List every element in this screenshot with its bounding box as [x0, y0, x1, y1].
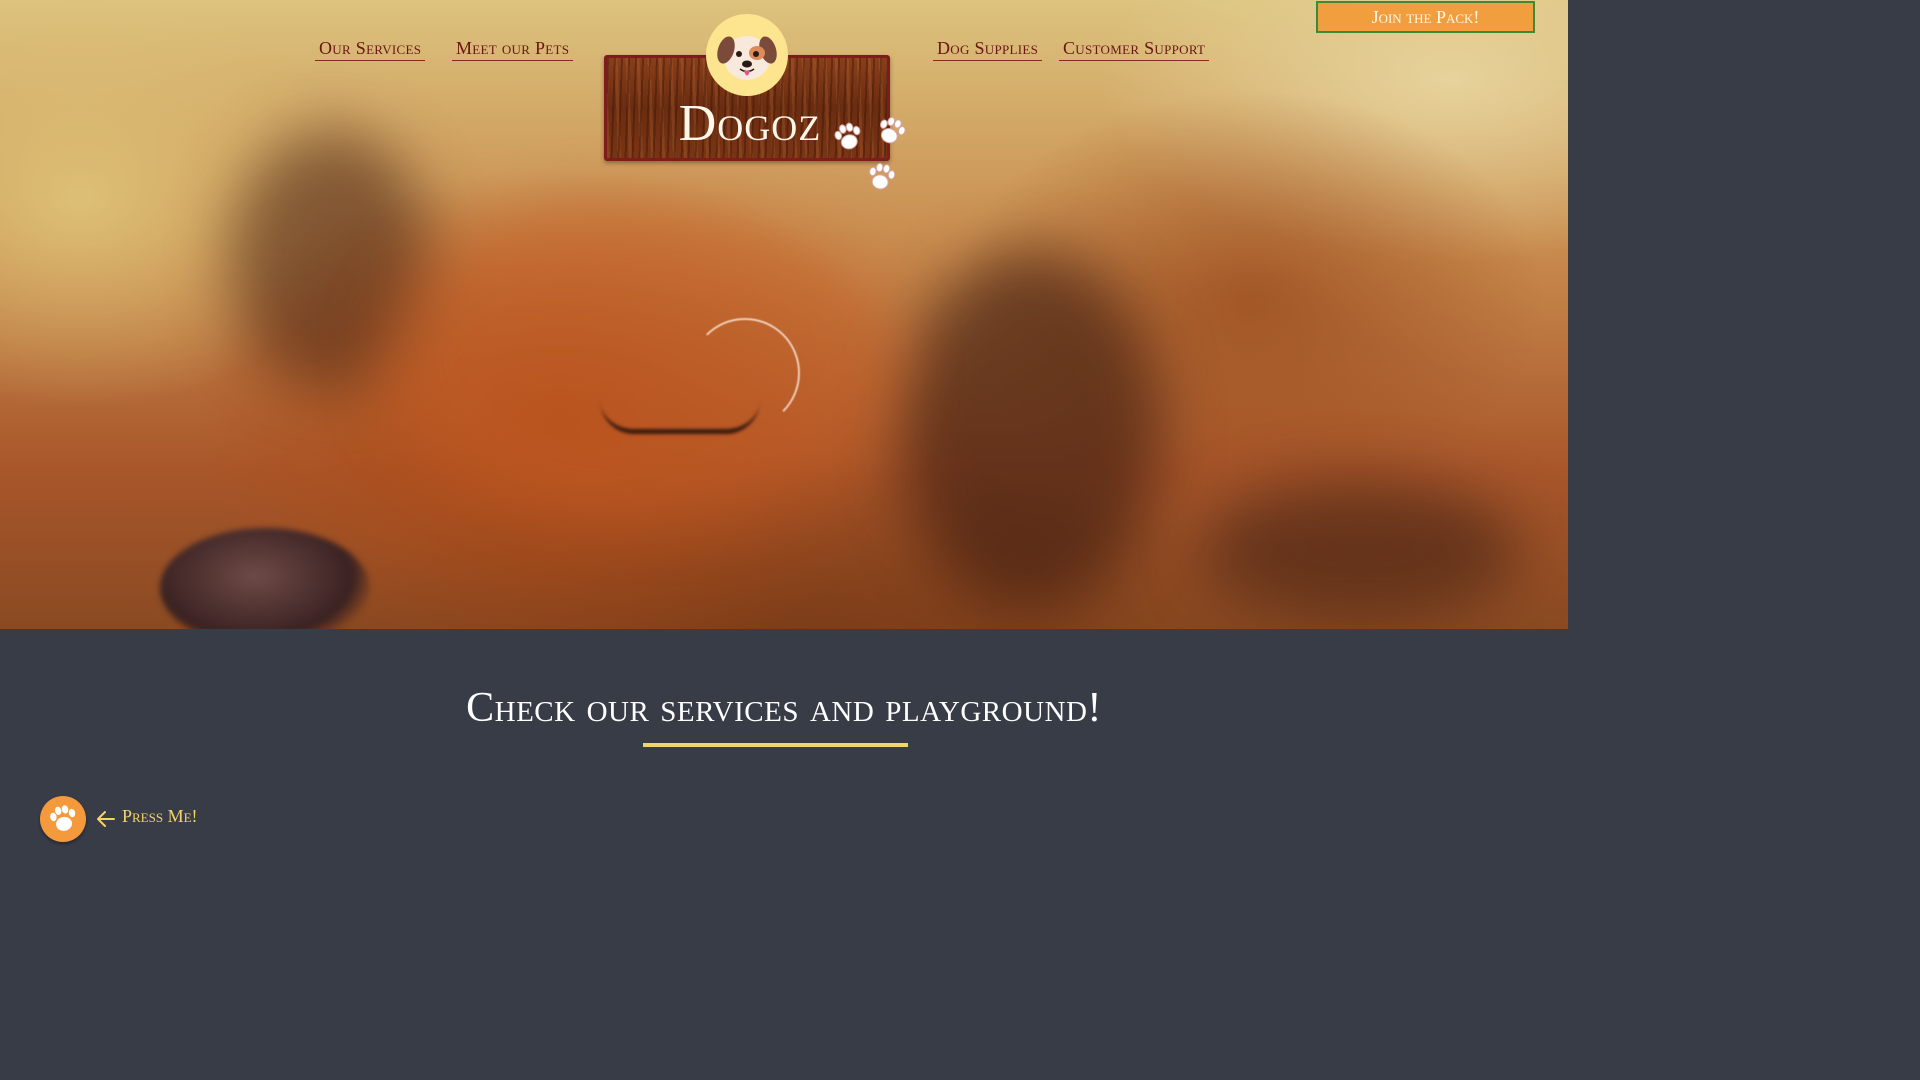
- paw-print-icon: [880, 116, 906, 144]
- dog-face-icon: [706, 14, 788, 96]
- paw-print-icon: [50, 805, 76, 831]
- press-me-button[interactable]: [40, 796, 86, 842]
- section-title: Check our services and playground!: [466, 685, 1102, 731]
- nav-our-services[interactable]: Our Services: [315, 38, 426, 61]
- press-me-label: Press Me!: [122, 806, 198, 826]
- join-the-pack-button[interactable]: Join the Pack!: [1316, 1, 1535, 33]
- nav-dog-supplies[interactable]: Dog Supplies: [933, 38, 1043, 61]
- nav-meet-our-pets[interactable]: Meet our Pets: [452, 38, 574, 61]
- paw-print-icon: [834, 122, 861, 150]
- paw-print-icon: [869, 162, 896, 190]
- nav-customer-support[interactable]: Customer Support: [1059, 38, 1210, 61]
- title-underline: [643, 743, 908, 747]
- arrow-left-icon: [97, 811, 115, 827]
